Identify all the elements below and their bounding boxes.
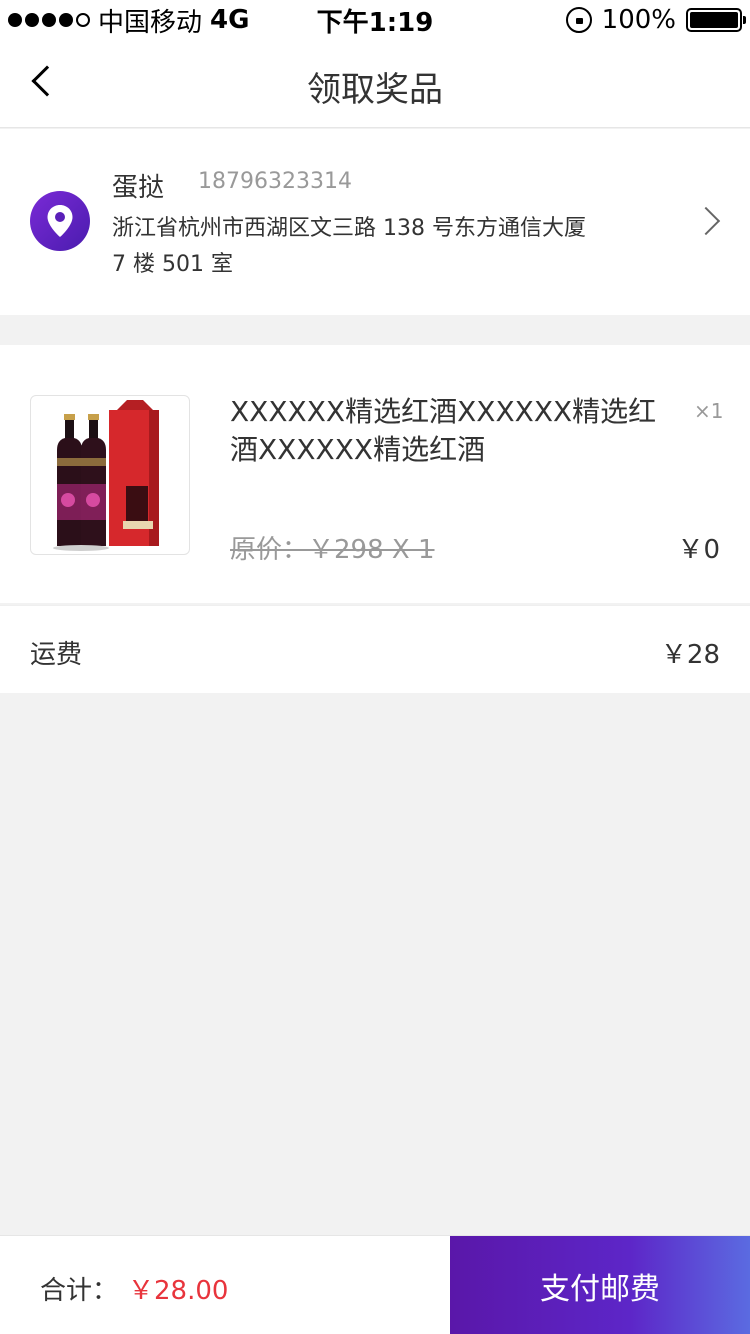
- product-title: XXXXXX精选红酒XXXXXX精选红酒XXXXXX精选红酒: [230, 395, 657, 466]
- battery-percent: 100%: [601, 5, 676, 35]
- signal-strength-icon: [8, 13, 90, 27]
- total-label: 合计：: [40, 1276, 119, 1306]
- shipping-row: 运费 ￥28: [0, 605, 750, 693]
- network-label: 4G: [210, 5, 250, 35]
- status-right: 100%: [565, 5, 746, 35]
- status-time: 下午1:19: [316, 7, 434, 38]
- product-price: ￥0: [677, 535, 720, 565]
- address-card[interactable]: 蛋挞 18796323314 浙江省杭州市西湖区文三路 138 号东方通信大厦 …: [0, 129, 750, 315]
- rotation-lock-icon: [565, 7, 592, 33]
- chevron-right-icon: [691, 206, 721, 236]
- product-card: XXXXXX精选红酒XXXXXX精选红酒XXXXXX精选红酒 ×1 原价：￥29…: [0, 345, 750, 603]
- pay-shipping-button[interactable]: 支付邮费: [450, 1236, 750, 1334]
- product-quantity: ×1: [694, 399, 724, 423]
- receiver-name: 蛋挞: [112, 173, 165, 203]
- status-left: 中国移动 4G: [8, 2, 249, 39]
- receiver-phone: 18796323314: [198, 169, 352, 194]
- nav-bar: 领取奖品: [0, 40, 750, 128]
- receiver-address: 浙江省杭州市西湖区文三路 138 号东方通信大厦 7 楼 501 室: [112, 216, 586, 277]
- product-image: [30, 395, 190, 555]
- battery-icon: [686, 8, 746, 32]
- bottom-bar: 合计： ￥28.00 支付邮费: [0, 1235, 750, 1334]
- page-title: 领取奖品: [307, 70, 443, 110]
- shipping-fee: ￥28: [660, 640, 720, 670]
- carrier-label: 中国移动: [98, 7, 203, 38]
- shipping-label: 运费: [30, 640, 83, 670]
- location-pin-icon: [30, 191, 90, 251]
- status-bar: 中国移动 4G 下午1:19 100%: [0, 0, 750, 40]
- original-price: 原价：￥298 X 1: [230, 535, 435, 565]
- total-amount: ￥28.00: [128, 1276, 229, 1306]
